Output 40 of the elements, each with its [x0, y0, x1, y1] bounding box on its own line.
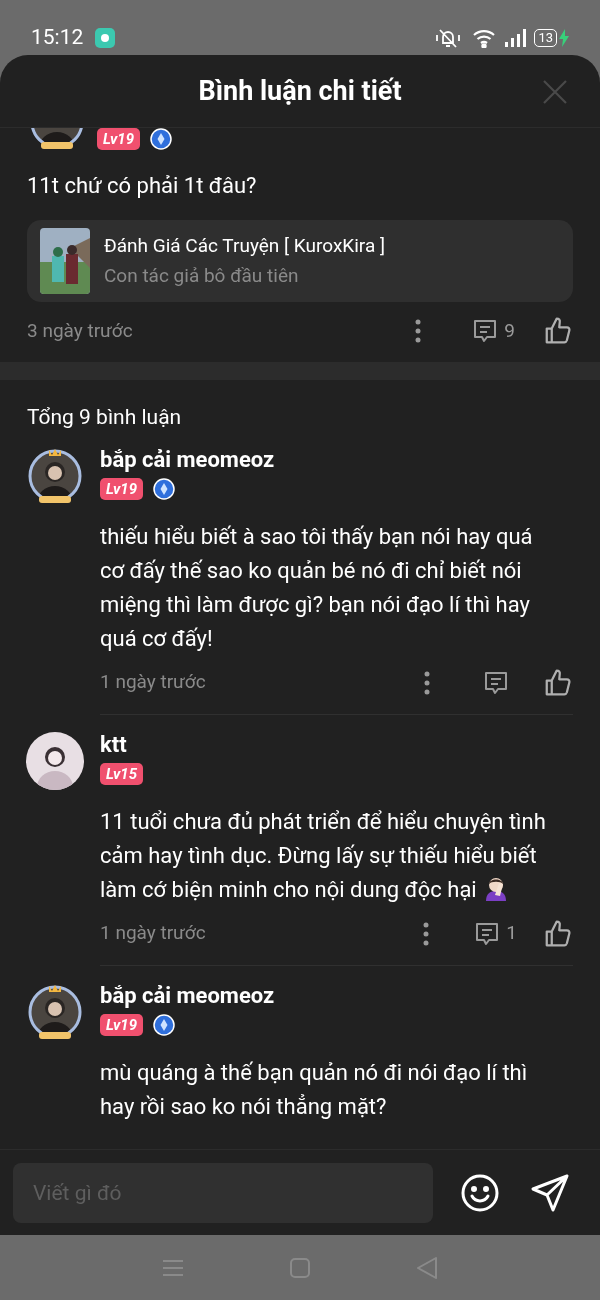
level-badge: Lv19	[100, 477, 143, 500]
reply-button[interactable]: 9	[472, 316, 515, 346]
more-options-icon[interactable]	[424, 670, 430, 695]
reply-button[interactable]: 1	[474, 919, 517, 948]
story-title: Đánh Giá Các Truyện [ KuroxKira ]	[104, 233, 385, 259]
comment-text: thiếu hiểu biết à sao tôi thấy bạn nói hay quá cơ đấy thế sao ko quản bé nó đi chỉ biết nói miệng thì làm được gì? bạn nói đạo lí thì hay quá cơ đấy!	[100, 522, 534, 653]
user-name[interactable]: ktt	[100, 730, 573, 759]
more-options-icon[interactable]	[423, 921, 430, 946]
story-subtitle: Con tác giả bô đầu tiên	[104, 263, 300, 289]
comment-count: Tổng 9 bình luận	[27, 405, 182, 429]
user-name[interactable]: bắp cải meomeoz	[100, 981, 573, 1010]
like-button[interactable]	[543, 316, 573, 346]
comment-icon	[474, 920, 501, 947]
comment-text: mù quáng à thế bạn quản nó đi nói đạo lí thì hay rồi sao ko nói thẳng mặt?	[100, 1058, 529, 1121]
comment-text: 11 tuổi chưa đủ phát triển để hiểu chuyện tình cảm hay tình dục. Đừng lấy sự thiếu hiểu biết làm cớ biện minh cho nội dung độc hại	[100, 807, 547, 904]
more-options-icon[interactable]	[415, 319, 422, 343]
story-card[interactable]: Đánh Giá Các Truyện [ KuroxKira ] Con tác giả bô đầu tiên	[27, 220, 573, 302]
emoji-button[interactable]	[460, 1172, 500, 1213]
user-name[interactable]: bắp cải meomeoz	[100, 445, 573, 474]
reply-count: 9	[504, 317, 515, 344]
send-button[interactable]	[530, 1172, 570, 1213]
battery-level: 13	[534, 28, 557, 47]
comment-time: 1 ngày trước	[100, 669, 207, 696]
status-time: 15:12	[31, 23, 84, 51]
level-badge: Lv19	[100, 1013, 143, 1036]
like-button[interactable]	[543, 918, 573, 949]
comment-time: 1 ngày trước	[100, 920, 207, 947]
comment-text: 11t chứ có phải 1t đâu?	[27, 172, 258, 200]
level-badge: Lv15	[100, 762, 143, 785]
sheet-title: Bình luận chi tiết	[198, 73, 402, 109]
comment-icon	[472, 318, 499, 344]
reply-button[interactable]	[483, 669, 509, 696]
like-button[interactable]	[543, 667, 573, 698]
app-notification-icon	[95, 27, 116, 48]
comment-time: 3 ngày trước	[27, 317, 134, 344]
level-badge: Lv19	[97, 128, 140, 150]
signal-icon	[504, 27, 527, 48]
comment-icon	[483, 669, 509, 696]
charging-icon	[559, 28, 569, 47]
reply-count: 1	[506, 920, 517, 947]
